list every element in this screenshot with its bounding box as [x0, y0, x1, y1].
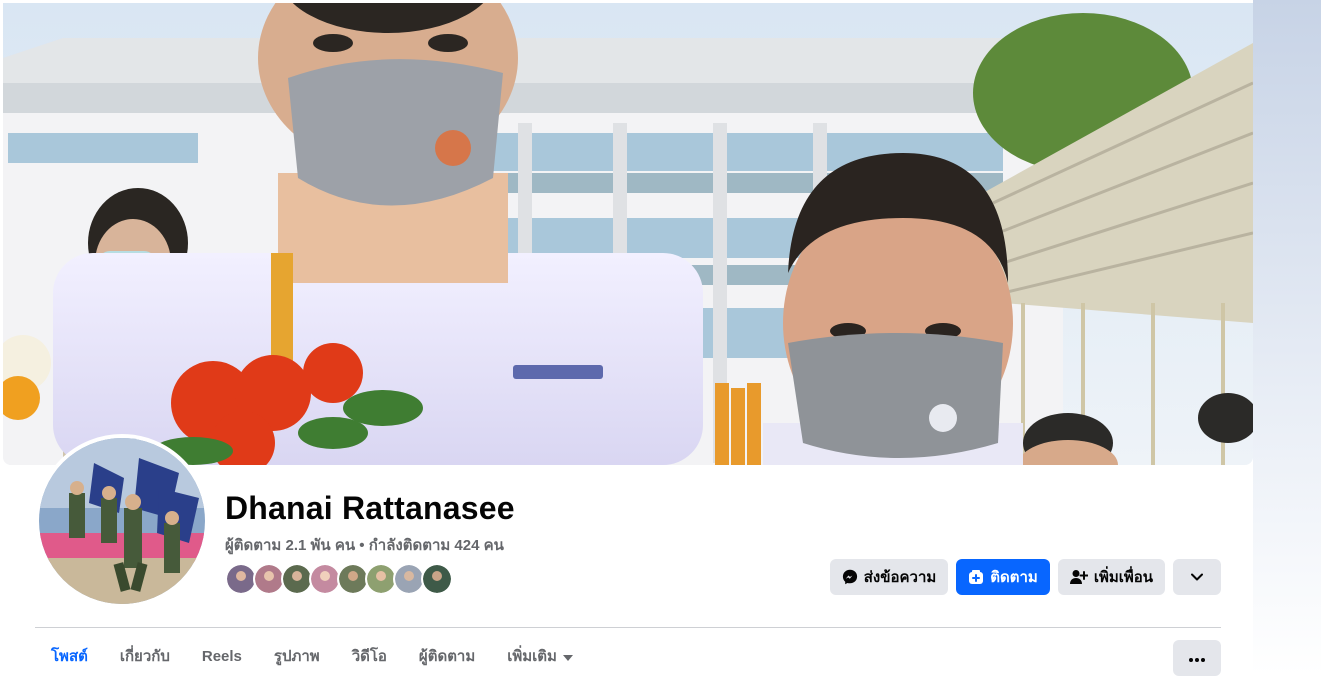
- tab-label: เพิ่มเติม: [507, 648, 557, 665]
- profile-actions: ส่งข้อความ ติดตาม เพิ่มเพื่อน: [829, 559, 1221, 595]
- friend-avatar[interactable]: [421, 563, 453, 595]
- tab-label: โพสต์: [51, 648, 88, 665]
- more-dots-icon: [1189, 649, 1205, 667]
- friends-preview[interactable]: [225, 563, 453, 595]
- page-right-gutter: [1253, 0, 1321, 675]
- tab-photos[interactable]: รูปภาพ: [258, 636, 336, 676]
- tab-label: เกี่ยวกับ: [119, 648, 170, 665]
- chevron-down-icon: [1191, 573, 1203, 581]
- follow-button-label: ติดตาม: [990, 569, 1038, 586]
- more-options-button[interactable]: [1173, 640, 1221, 676]
- add-friend-button[interactable]: เพิ่มเพื่อน: [1057, 559, 1165, 595]
- tab-about[interactable]: เกี่ยวกับ: [104, 636, 186, 676]
- tab-label: Reels: [201, 647, 242, 665]
- tab-posts[interactable]: โพสต์: [35, 636, 104, 676]
- tab-label: วิดีโอ: [351, 648, 387, 665]
- cover-photo[interactable]: [3, 3, 1253, 465]
- profile-tabs: โพสต์ เกี่ยวกับ Reels รูปภาพ วิดีโอ ผู้ต…: [35, 636, 589, 676]
- profile-name: Dhanai Rattanasee: [225, 490, 515, 526]
- profile-avatar[interactable]: [35, 434, 209, 608]
- add-friend-button-label: เพิ่มเพื่อน: [1093, 569, 1153, 586]
- message-button[interactable]: ส่งข้อความ: [829, 559, 949, 595]
- tab-videos[interactable]: วิดีโอ: [336, 636, 403, 676]
- profile-options-dropdown[interactable]: [1173, 559, 1221, 595]
- caret-down-icon: [562, 648, 573, 665]
- follow-icon: [968, 569, 984, 585]
- tab-label: ผู้ติดตาม: [418, 648, 476, 665]
- tab-label: รูปภาพ: [273, 648, 320, 665]
- messenger-icon: [842, 569, 858, 585]
- follow-button[interactable]: ติดตาม: [956, 559, 1050, 595]
- profile-divider: [35, 627, 1221, 628]
- tab-reels[interactable]: Reels: [186, 636, 258, 676]
- tab-followers[interactable]: ผู้ติดตาม: [403, 636, 491, 676]
- message-button-label: ส่งข้อความ: [863, 569, 937, 586]
- profile-stats[interactable]: ผู้ติดตาม 2.1 พัน คน • กำลังติดตาม 424 ค…: [225, 533, 504, 557]
- add-friend-icon: [1069, 569, 1088, 585]
- tab-more[interactable]: เพิ่มเติม: [491, 636, 589, 676]
